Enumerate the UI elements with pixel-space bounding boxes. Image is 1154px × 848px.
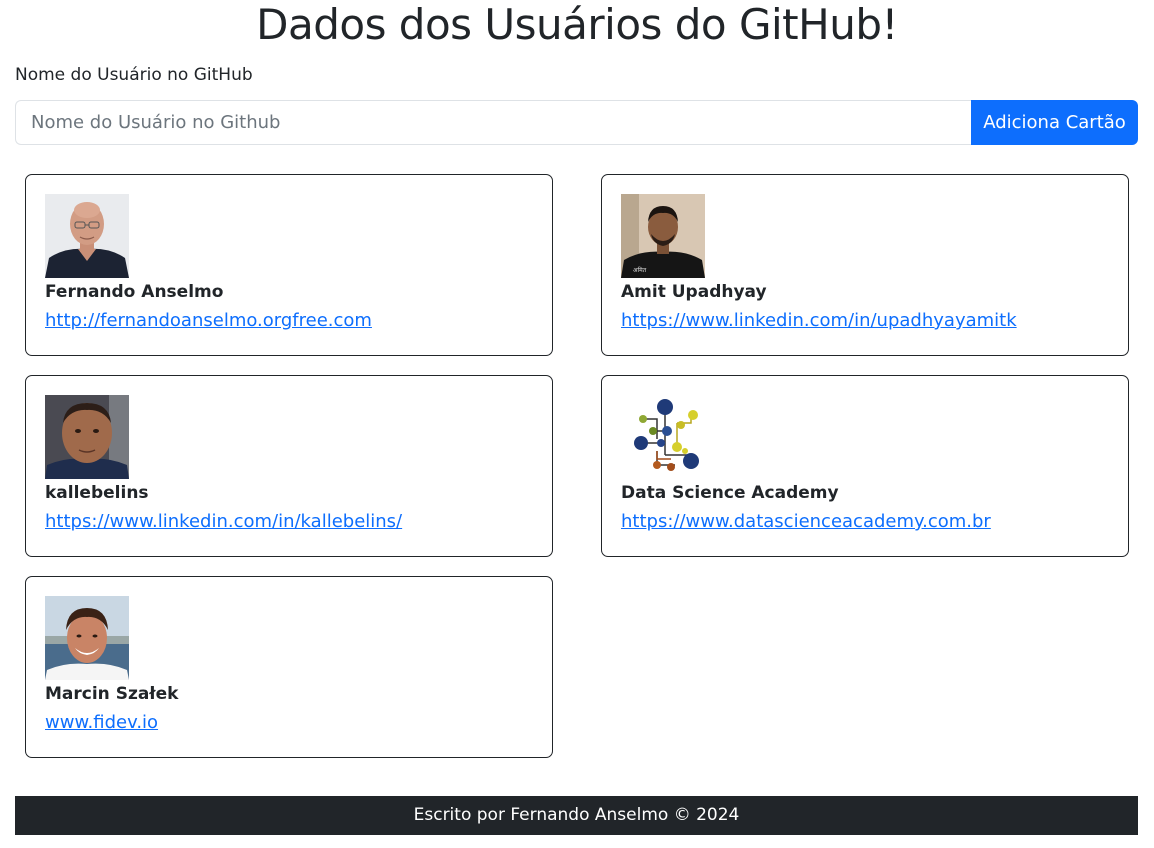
user-name: Fernando Anselmo xyxy=(45,282,224,302)
user-avatar xyxy=(45,395,129,479)
user-link[interactable]: http://fernandoanselmo.orgfree.com xyxy=(45,309,372,333)
svg-text:अमित: अमित xyxy=(633,266,647,274)
user-avatar xyxy=(45,194,129,278)
user-card: Data Science Academy https://www.datasci… xyxy=(601,375,1129,557)
page-title: Dados dos Usuários do GitHub! xyxy=(256,0,898,49)
add-card-form: Adiciona Cartão xyxy=(15,100,1138,145)
molecule-network-logo xyxy=(621,395,705,479)
user-card: अमित Amit Upadhyay https://www.linkedin.… xyxy=(601,174,1129,356)
footer: Escrito por Fernando Anselmo © 2024 xyxy=(15,796,1138,835)
user-card: Fernando Anselmo http://fernandoanselmo.… xyxy=(25,174,553,356)
user-link[interactable]: www.fidev.io xyxy=(45,711,158,735)
username-label: Nome do Usuário no GitHub xyxy=(15,65,253,85)
user-card: Marcin Szałek www.fidev.io xyxy=(25,576,553,758)
user-link[interactable]: https://www.linkedin.com/in/kallebelins/ xyxy=(45,510,402,534)
user-name: Marcin Szałek xyxy=(45,684,179,704)
add-card-button[interactable]: Adiciona Cartão xyxy=(971,100,1138,145)
username-input[interactable] xyxy=(15,100,971,145)
user-link[interactable]: https://www.linkedin.com/in/upadhyayamit… xyxy=(621,309,1017,333)
user-name: Amit Upadhyay xyxy=(621,282,767,302)
user-avatar xyxy=(45,596,129,680)
user-avatar: अमित xyxy=(621,194,705,278)
user-card: kallebelins https://www.linkedin.com/in/… xyxy=(25,375,553,557)
user-link[interactable]: https://www.datascienceacademy.com.br xyxy=(621,510,991,534)
footer-text: Escrito por Fernando Anselmo © 2024 xyxy=(413,805,740,825)
user-name: kallebelins xyxy=(45,483,149,503)
user-name: Data Science Academy xyxy=(621,483,839,503)
